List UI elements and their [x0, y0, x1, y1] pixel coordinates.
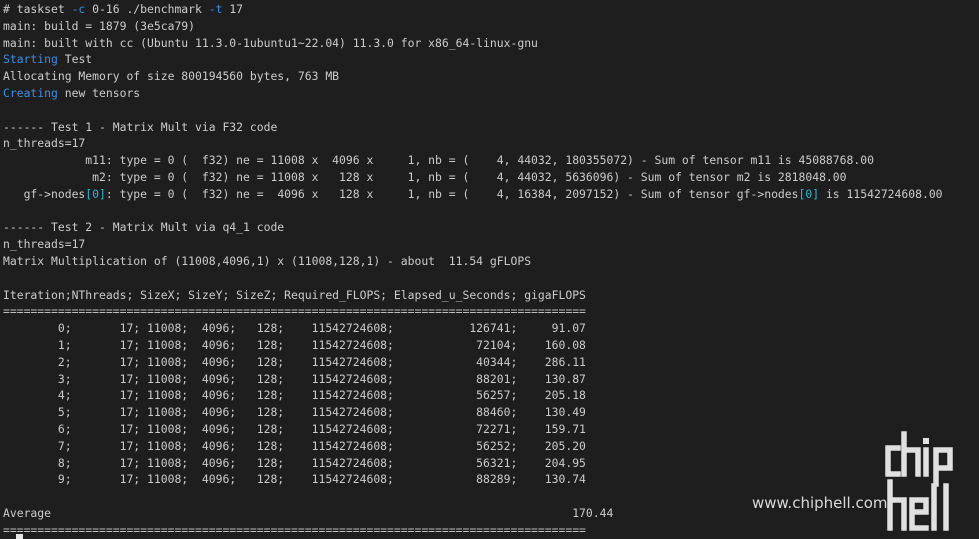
- terminal-line: 5; 17; 11008; 4096; 128; 11542724608; 88…: [3, 404, 979, 421]
- highlighted-token: ========================================…: [3, 522, 586, 537]
- terminal-text: # taskset: [3, 2, 72, 16]
- chiphell-logo-icon: [885, 431, 953, 531]
- highlighted-token: Creating: [3, 85, 58, 100]
- terminal-line: main: built with cc (Ubuntu 11.3.0-1ubun…: [3, 35, 979, 52]
- terminal-text: Iteration;NThreads; SizeX; SizeY; SizeZ;…: [3, 287, 586, 302]
- terminal-text: 6; 17; 11008; 4096; 128; 11542724608; 72…: [3, 421, 586, 436]
- terminal-line: 0; 17; 11008; 4096; 128; 11542724608; 12…: [3, 320, 979, 337]
- terminal-text: 8; 17; 11008; 4096; 128; 11542724608; 56…: [3, 455, 586, 470]
- terminal-line: m2: type = 0 ( f32) ne = 11008 x 128 x 1…: [3, 169, 979, 186]
- terminal-cursor: [16, 534, 23, 539]
- terminal-line: ------ Test 2 - Matrix Mult via q4_1 cod…: [3, 219, 979, 236]
- highlighted-token: [0]: [85, 186, 106, 201]
- terminal-text: 0; 17; 11008; 4096; 128; 11542724608; 12…: [3, 321, 586, 336]
- terminal-line: 4; 17; 11008; 4096; 128; 11542724608; 56…: [3, 387, 979, 404]
- terminal-text: ------ Test 1 - Matrix Mult via F32 code: [3, 119, 278, 134]
- terminal-text: n_threads=17: [3, 136, 86, 151]
- terminal-line: ------ Test 1 - Matrix Mult via F32 code: [3, 119, 979, 136]
- watermark-site-text: www.chiphell.com: [752, 494, 888, 512]
- terminal-text: 7; 17; 11008; 4096; 128; 11542724608; 56…: [3, 438, 586, 453]
- terminal-line: n_threads=17: [3, 236, 979, 253]
- terminal-text: gf->nodes: [3, 186, 86, 201]
- terminal-line: main: build = 1879 (3e5ca79): [3, 18, 979, 35]
- terminal-text: m11: type = 0 ( f32) ne = 11008 x 4096 x…: [3, 153, 874, 168]
- terminal-line: Iteration;NThreads; SizeX; SizeY; SizeZ;…: [3, 287, 979, 304]
- terminal-text: Test: [57, 52, 93, 67]
- terminal-line: n_threads=17: [3, 135, 979, 152]
- terminal-line: # taskset -c 0-16 ./benchmark -t 17: [3, 1, 979, 18]
- terminal-text: 2; 17; 11008; 4096; 128; 11542724608; 40…: [3, 354, 586, 369]
- terminal-text: m2: type = 0 ( f32) ne = 11008 x 128 x 1…: [3, 169, 847, 184]
- terminal-text: 0-16 ./benchmark: [85, 2, 209, 16]
- terminal-text: main: build = 1879 (3e5ca79): [3, 18, 196, 33]
- terminal-text: ------ Test 2 - Matrix Mult via q4_1 cod…: [3, 220, 285, 235]
- terminal-text: main: built with cc (Ubuntu 11.3.0-1ubun…: [3, 35, 538, 50]
- terminal-text: Average 170.44: [3, 505, 614, 520]
- terminal-line: ========================================…: [3, 303, 979, 320]
- terminal-text: 1; 17; 11008; 4096; 128; 11542724608; 72…: [3, 337, 586, 352]
- terminal-line: Allocating Memory of size 800194560 byte…: [3, 68, 979, 85]
- terminal-line: Starting Test: [3, 51, 979, 68]
- terminal-text: 3; 17; 11008; 4096; 128; 11542724608; 88…: [3, 371, 586, 386]
- highlighted-token: -t: [208, 2, 223, 16]
- terminal-text: n_threads=17: [3, 237, 86, 252]
- highlighted-token: Starting: [3, 52, 58, 67]
- terminal-line: 1; 17; 11008; 4096; 128; 11542724608; 72…: [3, 337, 979, 354]
- terminal-line: gf->nodes[0]: type = 0 ( f32) ne = 4096 …: [3, 186, 979, 203]
- terminal-text: Allocating Memory of size 800194560 byte…: [3, 69, 340, 84]
- terminal-line: Matrix Multiplication of (11008,4096,1) …: [3, 253, 979, 270]
- terminal-text: 4; 17; 11008; 4096; 128; 11542724608; 56…: [3, 388, 586, 403]
- terminal-text: new tensors: [57, 85, 141, 100]
- terminal-line: Creating new tensors: [3, 85, 979, 102]
- terminal-text: 17: [222, 2, 244, 16]
- terminal-text: 9; 17; 11008; 4096; 128; 11542724608; 88…: [3, 472, 586, 487]
- terminal-text: Matrix Multiplication of (11008,4096,1) …: [3, 253, 532, 268]
- terminal-text: 5; 17; 11008; 4096; 128; 11542724608; 88…: [3, 405, 586, 420]
- terminal-line: 2; 17; 11008; 4096; 128; 11542724608; 40…: [3, 354, 979, 371]
- highlighted-token: [0]: [798, 186, 820, 201]
- highlighted-token: -c: [71, 2, 86, 16]
- terminal-text: : type = 0 ( f32) ne = 4096 x 128 x 1, n…: [105, 186, 799, 201]
- terminal-text: is 11542724608.00: [819, 186, 943, 201]
- terminal-line: m11: type = 0 ( f32) ne = 11008 x 4096 x…: [3, 152, 979, 169]
- highlighted-token: ========================================…: [3, 304, 586, 319]
- watermark: www.chiphell.com: [752, 430, 977, 535]
- terminal-line: 3; 17; 11008; 4096; 128; 11542724608; 88…: [3, 371, 979, 388]
